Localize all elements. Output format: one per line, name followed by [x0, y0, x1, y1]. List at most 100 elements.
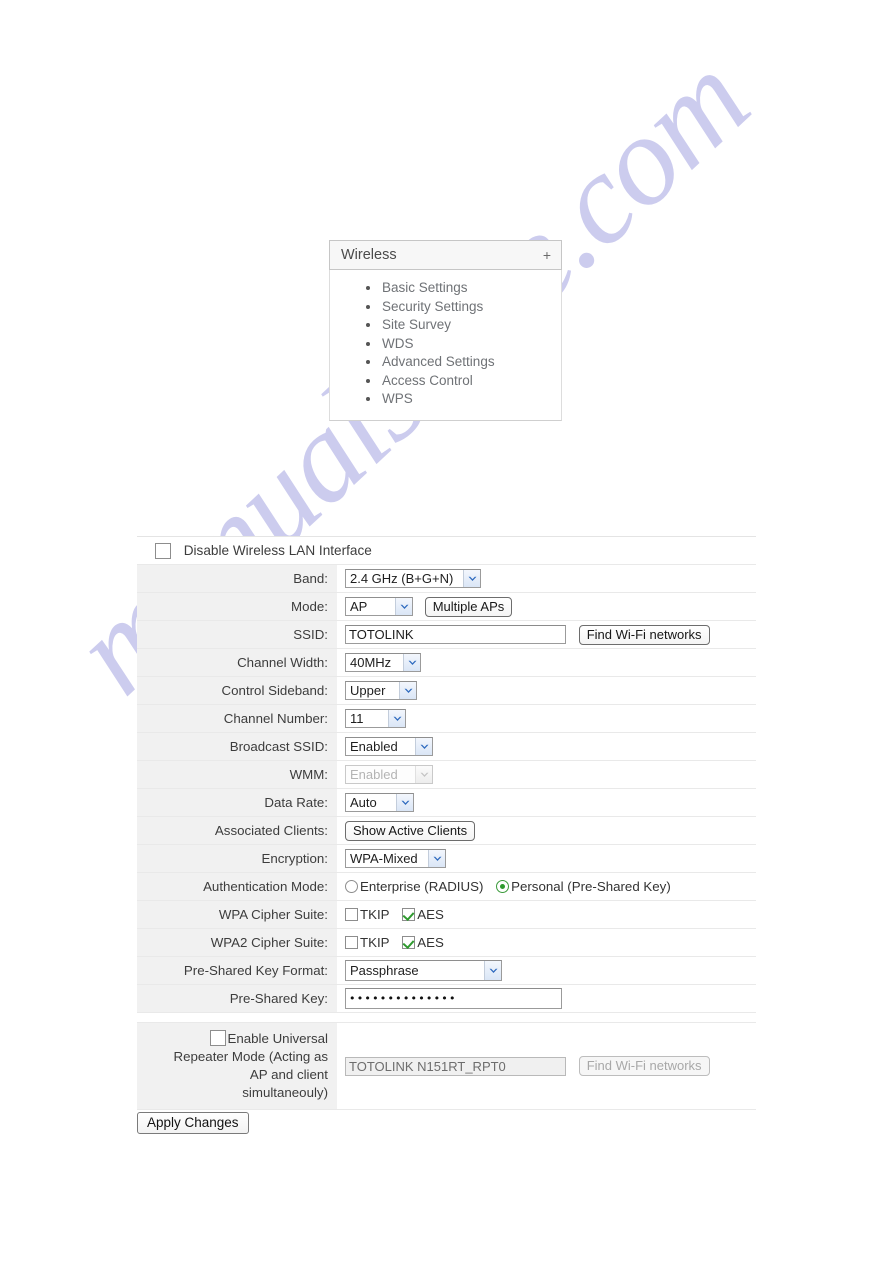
wpa-aes-checkbox[interactable] — [402, 908, 416, 921]
broadcast-ssid-select[interactable]: Enabled — [345, 737, 433, 756]
chevron-down-icon — [484, 961, 501, 980]
auth-mode-value-cell: Enterprise (RADIUS) Personal (Pre-Shared… — [337, 872, 756, 901]
psk-input[interactable]: •••••••••••••• — [345, 988, 562, 1009]
wpa2-aes-option[interactable]: AES — [402, 935, 444, 950]
multiple-aps-button[interactable]: Multiple APs — [424, 596, 513, 617]
wpa2-tkip-checkbox[interactable] — [345, 936, 358, 949]
wpa2-aes-checkbox[interactable] — [402, 936, 416, 949]
wireless-basic-settings-form: Disable Wireless LAN Interface Band: 2.4… — [137, 536, 756, 1110]
spacer-left — [137, 1012, 337, 1023]
personal-radio[interactable] — [496, 880, 510, 893]
psk-value-cell: •••••••••••••• — [337, 984, 756, 1013]
band-label: Band: — [137, 564, 337, 593]
channel-width-select[interactable]: 40MHz — [345, 653, 421, 672]
table-row-universal-repeater: Enable Universal Repeater Mode (Acting a… — [137, 1022, 756, 1110]
band-select[interactable]: 2.4 GHz (B+G+N) — [345, 569, 481, 588]
sidebar-item-site-survey[interactable]: Site Survey — [330, 316, 561, 334]
chevron-down-icon — [399, 682, 416, 699]
disable-wlan-label: Disable Wireless LAN Interface — [183, 542, 372, 558]
disable-wlan-cell: Disable Wireless LAN Interface — [137, 536, 756, 565]
personal-radio-label: Personal (Pre-Shared Key) — [511, 879, 671, 894]
associated-clients-label: Associated Clients: — [137, 816, 337, 845]
wmm-select: Enabled — [345, 765, 433, 784]
ssid-input[interactable]: TOTOLINK — [345, 625, 566, 644]
band-value-cell: 2.4 GHz (B+G+N) — [337, 564, 756, 593]
disable-wlan-checkbox[interactable] — [155, 542, 171, 559]
mode-value-cell: AP Multiple APs — [337, 592, 756, 621]
data-rate-label: Data Rate: — [137, 788, 337, 817]
wpa2-cipher-value-cell: TKIP AES — [337, 928, 756, 957]
chevron-down-icon — [415, 766, 432, 783]
table-row-wpa-cipher: WPA Cipher Suite: TKIP AES — [137, 900, 756, 929]
repeater-find-wifi-networks-button: Find Wi-Fi networks — [578, 1056, 710, 1076]
expand-plus-icon[interactable]: + — [543, 248, 551, 262]
sidebar-item-wps[interactable]: WPS — [330, 390, 561, 408]
control-sideband-label: Control Sideband: — [137, 676, 337, 705]
nav-title: Wireless — [341, 247, 397, 263]
wpa2-tkip-option[interactable]: TKIP — [345, 935, 390, 950]
wpa-cipher-label: WPA Cipher Suite: — [137, 900, 337, 929]
auth-mode-personal-option[interactable]: Personal (Pre-Shared Key) — [496, 879, 671, 894]
psk-format-value-cell: Passphrase — [337, 956, 756, 985]
show-active-clients-button[interactable]: Show Active Clients — [345, 820, 476, 841]
wpa-aes-label: AES — [417, 907, 444, 922]
channel-number-value-cell: 11 — [337, 704, 756, 733]
table-row-wmm: WMM: Enabled — [137, 760, 756, 789]
sidebar-item-wds[interactable]: WDS — [330, 335, 561, 353]
wpa-tkip-option[interactable]: TKIP — [345, 907, 390, 922]
encryption-value-cell: WPA-Mixed — [337, 844, 756, 873]
wpa2-aes-label: AES — [417, 935, 444, 950]
universal-repeater-label-cell: Enable Universal Repeater Mode (Acting a… — [137, 1022, 337, 1110]
table-row-associated-clients: Associated Clients: Show Active Clients — [137, 816, 756, 845]
associated-clients-value-cell: Show Active Clients — [337, 816, 756, 845]
ssid-value-cell: TOTOLINK Find Wi-Fi networks — [337, 620, 756, 649]
control-sideband-select[interactable]: Upper — [345, 681, 417, 700]
table-row-psk-format: Pre-Shared Key Format: Passphrase — [137, 956, 756, 985]
sidebar-item-advanced-settings[interactable]: Advanced Settings — [330, 353, 561, 371]
table-row-broadcast-ssid: Broadcast SSID: Enabled — [137, 732, 756, 761]
mode-select[interactable]: AP — [345, 597, 413, 616]
table-row-wpa2-cipher: WPA2 Cipher Suite: TKIP AES — [137, 928, 756, 957]
auth-mode-enterprise-option[interactable]: Enterprise (RADIUS) — [345, 879, 483, 894]
encryption-select[interactable]: WPA-Mixed — [345, 849, 446, 868]
channel-width-label: Channel Width: — [137, 648, 337, 677]
table-row-data-rate: Data Rate: Auto — [137, 788, 756, 817]
table-row-encryption: Encryption: WPA-Mixed — [137, 844, 756, 873]
apply-changes-wrap: Apply Changes — [137, 1112, 249, 1134]
table-row-channel-width: Channel Width: 40MHz — [137, 648, 756, 677]
table-row-mode: Mode: AP Multiple APs — [137, 592, 756, 621]
wpa2-cipher-label: WPA2 Cipher Suite: — [137, 928, 337, 957]
psk-format-select[interactable]: Passphrase — [345, 960, 502, 981]
wpa-tkip-label: TKIP — [360, 907, 390, 922]
channel-number-select[interactable]: 11 — [345, 709, 406, 728]
channel-number-label: Channel Number: — [137, 704, 337, 733]
data-rate-select[interactable]: Auto — [345, 793, 414, 812]
find-wifi-networks-button[interactable]: Find Wi-Fi networks — [578, 624, 710, 645]
apply-changes-button[interactable]: Apply Changes — [137, 1112, 249, 1134]
encryption-label: Encryption: — [137, 844, 337, 873]
table-row-control-sideband: Control Sideband: Upper — [137, 676, 756, 705]
enterprise-radio[interactable] — [345, 880, 358, 893]
psk-format-label: Pre-Shared Key Format: — [137, 956, 337, 985]
nav-header[interactable]: Wireless + — [329, 240, 562, 270]
universal-repeater-label-line3: AP and client — [249, 1067, 328, 1082]
auth-mode-label: Authentication Mode: — [137, 872, 337, 901]
mode-label: Mode: — [137, 592, 337, 621]
repeater-ssid-input: TOTOLINK N151RT_RPT0 — [345, 1056, 566, 1076]
broadcast-ssid-label: Broadcast SSID: — [137, 732, 337, 761]
universal-repeater-label-line2: Repeater Mode (Acting as — [173, 1049, 328, 1064]
table-row-auth-mode: Authentication Mode: Enterprise (RADIUS)… — [137, 872, 756, 901]
table-row-channel-number: Channel Number: 11 — [137, 704, 756, 733]
channel-width-value-cell: 40MHz — [337, 648, 756, 677]
control-sideband-value-cell: Upper — [337, 676, 756, 705]
universal-repeater-checkbox[interactable] — [210, 1030, 227, 1046]
wpa-aes-option[interactable]: AES — [402, 907, 444, 922]
sidebar-item-access-control[interactable]: Access Control — [330, 372, 561, 390]
sidebar-item-security-settings[interactable]: Security Settings — [330, 298, 561, 316]
universal-repeater-label-line1: Enable Universal — [227, 1031, 328, 1046]
sidebar-item-basic-settings[interactable]: Basic Settings — [330, 279, 561, 297]
wpa-tkip-checkbox[interactable] — [345, 908, 358, 921]
chevron-down-icon — [396, 794, 413, 811]
table-row-psk: Pre-Shared Key: •••••••••••••• — [137, 984, 756, 1013]
chevron-down-icon — [463, 570, 480, 587]
